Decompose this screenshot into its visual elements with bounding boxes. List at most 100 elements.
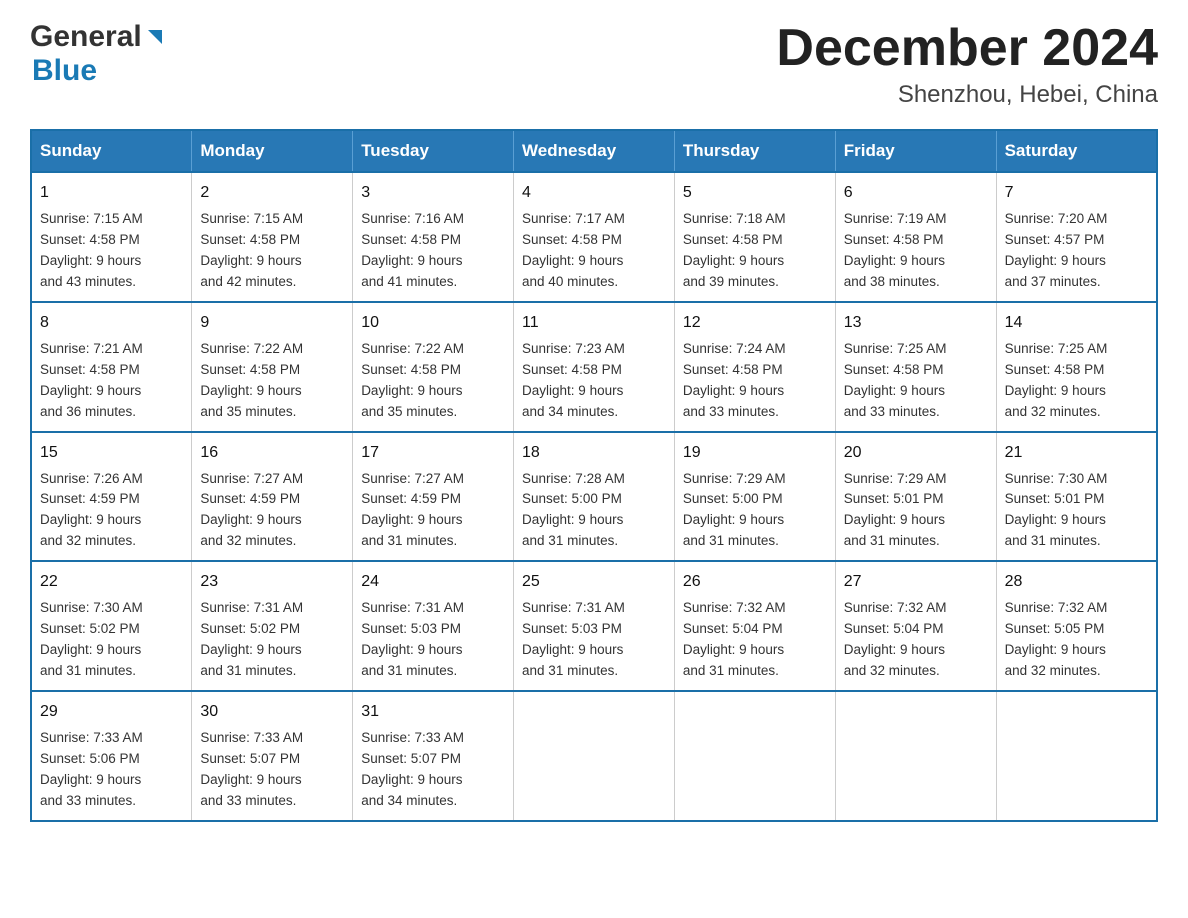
day-cell-24: 24 Sunrise: 7:31 AMSunset: 5:03 PMDayligh… [353,561,514,691]
day-number: 20 [844,441,988,465]
day-info: Sunrise: 7:15 AMSunset: 4:58 PMDaylight:… [40,211,143,289]
day-number: 30 [200,700,344,724]
day-info: Sunrise: 7:27 AMSunset: 4:59 PMDaylight:… [361,471,464,549]
day-number: 17 [361,441,505,465]
day-info: Sunrise: 7:28 AMSunset: 5:00 PMDaylight:… [522,471,625,549]
weekday-header-thursday: Thursday [674,130,835,172]
day-number: 9 [200,311,344,335]
day-info: Sunrise: 7:27 AMSunset: 4:59 PMDaylight:… [200,471,303,549]
day-info: Sunrise: 7:31 AMSunset: 5:03 PMDaylight:… [522,600,625,678]
day-info: Sunrise: 7:32 AMSunset: 5:05 PMDaylight:… [1005,600,1108,678]
day-cell-10: 10 Sunrise: 7:22 AMSunset: 4:58 PMDayligh… [353,302,514,432]
logo-general-text: General [30,20,142,54]
day-number: 29 [40,700,183,724]
day-info: Sunrise: 7:29 AMSunset: 5:00 PMDaylight:… [683,471,786,549]
day-number: 3 [361,181,505,205]
day-cell-11: 11Sunrise: 7:23 AMSunset: 4:58 PMDayligh… [514,302,675,432]
weekday-header-saturday: Saturday [996,130,1157,172]
location-subtitle: Shenzhou, Hebei, China [776,81,1158,109]
day-number: 7 [1005,181,1148,205]
day-info: Sunrise: 7:17 AMSunset: 4:58 PMDaylight:… [522,211,625,289]
day-cell-20: 20 Sunrise: 7:29 AMSunset: 5:01 PMDayligh… [835,432,996,562]
day-info: Sunrise: 7:30 AMSunset: 5:02 PMDaylight:… [40,600,143,678]
day-number: 26 [683,570,827,594]
day-info: Sunrise: 7:32 AMSunset: 5:04 PMDaylight:… [844,600,947,678]
day-info: Sunrise: 7:20 AMSunset: 4:57 PMDaylight:… [1005,211,1108,289]
day-number: 24 [361,570,505,594]
week-row-3: 15Sunrise: 7:26 AMSunset: 4:59 PMDayligh… [31,432,1157,562]
week-row-2: 8Sunrise: 7:21 AMSunset: 4:58 PMDaylight… [31,302,1157,432]
day-info: Sunrise: 7:19 AMSunset: 4:58 PMDaylight:… [844,211,947,289]
day-cell-30: 30 Sunrise: 7:33 AMSunset: 5:07 PMDayligh… [192,691,353,821]
day-number: 4 [522,181,666,205]
week-row-4: 22 Sunrise: 7:30 AMSunset: 5:02 PMDayligh… [31,561,1157,691]
day-number: 10 [361,311,505,335]
day-number: 1 [40,181,183,205]
weekday-header-friday: Friday [835,130,996,172]
day-cell-1: 1 Sunrise: 7:15 AMSunset: 4:58 PMDaylight… [31,172,192,302]
day-number: 23 [200,570,344,594]
day-number: 6 [844,181,988,205]
day-cell-14: 14 Sunrise: 7:25 AMSunset: 4:58 PMDayligh… [996,302,1157,432]
day-cell-12: 12 Sunrise: 7:24 AMSunset: 4:58 PMDayligh… [674,302,835,432]
day-cell-6: 6 Sunrise: 7:19 AMSunset: 4:58 PMDaylight… [835,172,996,302]
day-number: 22 [40,570,183,594]
day-cell-2: 2Sunrise: 7:15 AMSunset: 4:58 PMDaylight… [192,172,353,302]
day-number: 31 [361,700,505,724]
day-cell-27: 27 Sunrise: 7:32 AMSunset: 5:04 PMDayligh… [835,561,996,691]
day-info: Sunrise: 7:16 AMSunset: 4:58 PMDaylight:… [361,211,464,289]
weekday-header-wednesday: Wednesday [514,130,675,172]
logo-blue-text: Blue [32,54,97,87]
day-cell-8: 8Sunrise: 7:21 AMSunset: 4:58 PMDaylight… [31,302,192,432]
day-number: 21 [1005,441,1148,465]
weekday-header-row: SundayMondayTuesdayWednesdayThursdayFrid… [31,130,1157,172]
page-header: General Blue December 2024 Shenzhou, Heb… [30,20,1158,109]
week-row-1: 1 Sunrise: 7:15 AMSunset: 4:58 PMDaylight… [31,172,1157,302]
empty-cell [835,691,996,821]
day-cell-31: 31Sunrise: 7:33 AMSunset: 5:07 PMDayligh… [353,691,514,821]
day-info: Sunrise: 7:33 AMSunset: 5:07 PMDaylight:… [200,730,303,808]
day-info: Sunrise: 7:25 AMSunset: 4:58 PMDaylight:… [844,341,947,419]
day-number: 12 [683,311,827,335]
day-info: Sunrise: 7:32 AMSunset: 5:04 PMDaylight:… [683,600,786,678]
day-cell-25: 25Sunrise: 7:31 AMSunset: 5:03 PMDayligh… [514,561,675,691]
day-number: 5 [683,181,827,205]
day-number: 16 [200,441,344,465]
weekday-header-tuesday: Tuesday [353,130,514,172]
empty-cell [996,691,1157,821]
day-cell-23: 23 Sunrise: 7:31 AMSunset: 5:02 PMDayligh… [192,561,353,691]
day-number: 2 [200,181,344,205]
calendar-table: SundayMondayTuesdayWednesdayThursdayFrid… [30,129,1158,821]
day-cell-19: 19Sunrise: 7:29 AMSunset: 5:00 PMDayligh… [674,432,835,562]
day-info: Sunrise: 7:22 AMSunset: 4:58 PMDaylight:… [200,341,303,419]
day-cell-5: 5Sunrise: 7:18 AMSunset: 4:58 PMDaylight… [674,172,835,302]
title-block: December 2024 Shenzhou, Hebei, China [776,20,1158,109]
day-info: Sunrise: 7:29 AMSunset: 5:01 PMDaylight:… [844,471,947,549]
day-number: 15 [40,441,183,465]
day-info: Sunrise: 7:24 AMSunset: 4:58 PMDaylight:… [683,341,786,419]
day-cell-13: 13 Sunrise: 7:25 AMSunset: 4:58 PMDayligh… [835,302,996,432]
day-cell-26: 26 Sunrise: 7:32 AMSunset: 5:04 PMDayligh… [674,561,835,691]
day-info: Sunrise: 7:31 AMSunset: 5:02 PMDaylight:… [200,600,303,678]
day-cell-22: 22 Sunrise: 7:30 AMSunset: 5:02 PMDayligh… [31,561,192,691]
day-info: Sunrise: 7:31 AMSunset: 5:03 PMDaylight:… [361,600,464,678]
day-cell-4: 4 Sunrise: 7:17 AMSunset: 4:58 PMDaylight… [514,172,675,302]
day-cell-21: 21 Sunrise: 7:30 AMSunset: 5:01 PMDayligh… [996,432,1157,562]
month-title: December 2024 [776,20,1158,77]
day-number: 8 [40,311,183,335]
day-number: 28 [1005,570,1148,594]
day-info: Sunrise: 7:25 AMSunset: 4:58 PMDaylight:… [1005,341,1108,419]
weekday-header-monday: Monday [192,130,353,172]
weekday-header-sunday: Sunday [31,130,192,172]
day-cell-9: 9 Sunrise: 7:22 AMSunset: 4:58 PMDaylight… [192,302,353,432]
empty-cell [674,691,835,821]
day-info: Sunrise: 7:22 AMSunset: 4:58 PMDaylight:… [361,341,464,419]
day-number: 13 [844,311,988,335]
day-info: Sunrise: 7:30 AMSunset: 5:01 PMDaylight:… [1005,471,1108,549]
day-cell-29: 29 Sunrise: 7:33 AMSunset: 5:06 PMDayligh… [31,691,192,821]
day-info: Sunrise: 7:33 AMSunset: 5:06 PMDaylight:… [40,730,143,808]
day-number: 14 [1005,311,1148,335]
week-row-5: 29 Sunrise: 7:33 AMSunset: 5:06 PMDayligh… [31,691,1157,821]
day-number: 27 [844,570,988,594]
day-cell-17: 17 Sunrise: 7:27 AMSunset: 4:59 PMDayligh… [353,432,514,562]
